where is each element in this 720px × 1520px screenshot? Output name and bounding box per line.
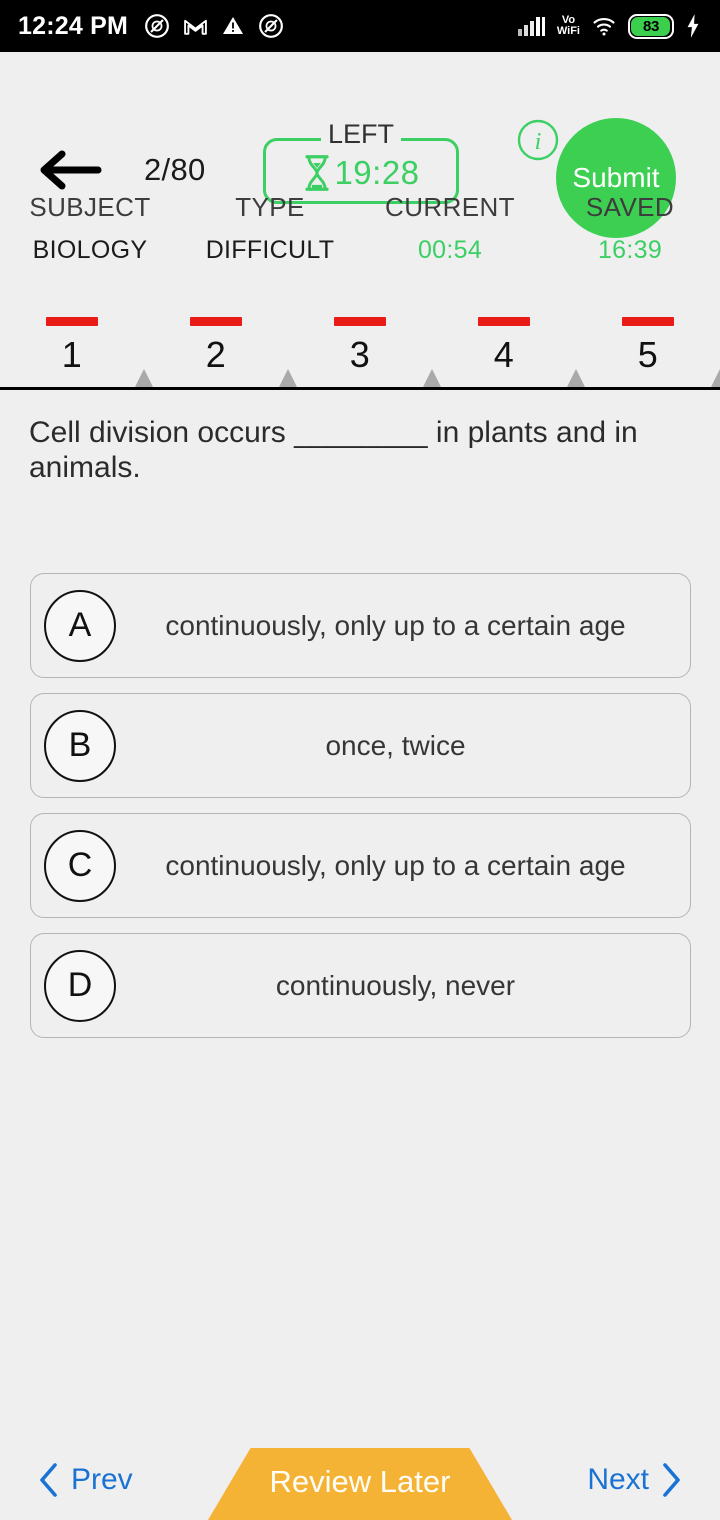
charging-bolt-icon: [687, 14, 699, 38]
info-button[interactable]: i: [516, 118, 560, 167]
battery-percent: 83: [642, 17, 660, 35]
meta-value: 16:39: [597, 236, 663, 264]
meta-value: DIFFICULT: [205, 236, 335, 264]
battery-indicator: 83: [628, 13, 674, 39]
tab-status-bar: [334, 317, 386, 326]
review-later-button[interactable]: Review Later: [208, 1448, 512, 1520]
volte-wifi-indicator: Vo WiFi: [557, 15, 580, 37]
info-icon: i: [517, 119, 559, 161]
question-counter: 2/80: [144, 152, 206, 187]
chevron-right-icon: [663, 1463, 680, 1497]
meta-item-type: TYPE DIFFICULT: [180, 192, 360, 265]
option-text: once, twice: [325, 729, 466, 761]
timer-value: 19:28: [334, 154, 420, 191]
meta-label: SUBJECT: [29, 192, 151, 222]
tab-status-bar: [190, 317, 242, 326]
chevron-left-icon: [40, 1463, 57, 1497]
question-tab-4[interactable]: 4: [432, 300, 585, 387]
do-not-disturb-icon: [259, 14, 283, 38]
tab-number: 4: [493, 334, 515, 375]
status-notification-icons: [144, 13, 284, 39]
prev-label: Prev: [71, 1463, 133, 1496]
tab-status-bar: [478, 317, 530, 326]
meta-value: 00:54: [417, 236, 483, 264]
option-letter: D: [44, 949, 116, 1022]
meta-item-subject: SUBJECT BIOLOGY: [0, 192, 180, 265]
quiz-screen: 12:24 PM Vo WiFi 83 2/80 LEFT 19:28 i Su…: [0, 0, 720, 1520]
do-not-disturb-icon: [145, 14, 169, 38]
back-button[interactable]: [36, 148, 102, 197]
next-label: Next: [587, 1463, 649, 1496]
tab-status-bar: [46, 317, 98, 326]
next-button[interactable]: Next: [587, 1462, 682, 1498]
tab-number: 1: [61, 334, 83, 375]
hourglass-icon: [305, 155, 330, 191]
question-tab-3[interactable]: 3: [288, 300, 441, 387]
svg-text:i: i: [535, 129, 542, 155]
option-letter: C: [44, 829, 116, 902]
tab-number: 2: [205, 334, 227, 375]
prev-button[interactable]: Prev: [38, 1462, 133, 1498]
back-arrow-icon: [40, 150, 102, 190]
tab-number: 3: [349, 334, 371, 375]
gmail-icon: [184, 19, 207, 35]
question-text: Cell division occurs ________ in plants …: [29, 416, 638, 485]
answer-options: A continuously, only up to a certain age…: [30, 573, 691, 1053]
meta-label: TYPE: [235, 192, 305, 222]
tab-number: 5: [637, 334, 659, 375]
wifi-icon: [593, 18, 615, 36]
meta-value: BIOLOGY: [32, 236, 148, 264]
quiz-meta-row: SUBJECT BIOLOGY TYPE DIFFICULT CURRENT 0…: [0, 192, 720, 265]
signal-bars-icon: [517, 17, 545, 36]
volte-line2: WiFi: [556, 25, 580, 37]
quiz-header: 2/80 LEFT 19:28 i Submit: [0, 52, 720, 238]
tab-caret-icon: [711, 369, 720, 387]
option-a[interactable]: A continuously, only up to a certain age: [30, 573, 691, 678]
option-b[interactable]: B once, twice: [30, 693, 691, 798]
question-tabs: 1 2 3 4 5: [0, 300, 720, 387]
status-system-icons: Vo WiFi 83: [517, 13, 702, 39]
meta-item-saved: SAVED 16:39: [540, 192, 720, 265]
question-tab-strip: 1 2 3 4 5: [0, 300, 720, 390]
bottom-navigation: Prev Review Later Next: [0, 1428, 720, 1520]
tab-status-bar: [622, 317, 674, 326]
question-tab-5[interactable]: 5: [576, 300, 720, 387]
option-c[interactable]: C continuously, only up to a certain age: [30, 813, 691, 918]
meta-label: SAVED: [585, 192, 675, 222]
option-letter: A: [44, 589, 116, 662]
question-tab-2[interactable]: 2: [144, 300, 297, 387]
option-text: continuously, only up to a certain age: [165, 849, 626, 881]
option-letter: B: [44, 709, 116, 782]
meta-label: CURRENT: [385, 192, 515, 222]
option-text: continuously, never: [275, 969, 516, 1001]
option-text: continuously, only up to a certain age: [165, 609, 626, 641]
meta-item-current: CURRENT 00:54: [360, 192, 540, 265]
option-d[interactable]: D continuously, never: [30, 933, 691, 1038]
warning-triangle-icon: [223, 17, 243, 34]
status-clock: 12:24 PM: [18, 11, 128, 40]
status-bar: 12:24 PM Vo WiFi 83: [0, 0, 720, 52]
question-tab-1[interactable]: 1: [0, 300, 153, 387]
